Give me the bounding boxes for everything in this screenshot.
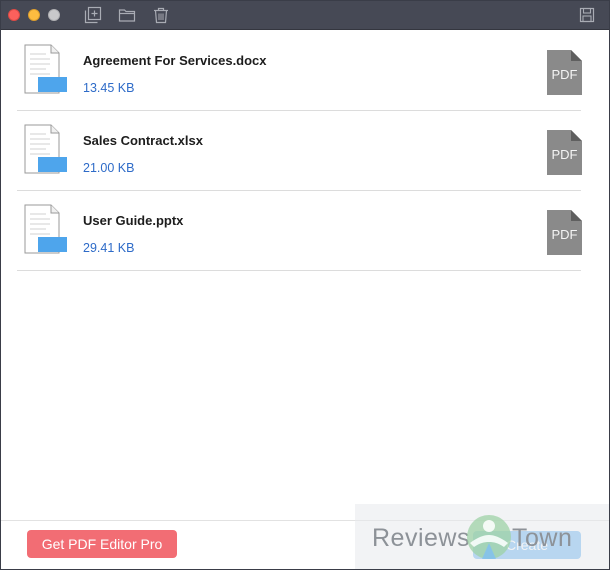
file-size: 21.00 KB [83, 161, 135, 175]
document-icon [24, 204, 68, 256]
file-list: Agreement For Services.docx 13.45 KB PDF [17, 31, 582, 271]
minimize-window-button[interactable] [28, 9, 40, 21]
title-bar [1, 1, 609, 30]
file-name: Agreement For Services.docx [83, 53, 267, 68]
pdf-output-icon[interactable]: PDF [547, 50, 582, 95]
create-button[interactable]: Create [473, 531, 581, 559]
list-item[interactable]: User Guide.pptx 29.41 KB PDF [17, 191, 582, 271]
file-size: 13.45 KB [83, 81, 135, 95]
file-name: Sales Contract.xlsx [83, 133, 203, 148]
trash-icon[interactable] [152, 6, 170, 24]
file-size: 29.41 KB [83, 241, 135, 255]
footer-bar: Get PDF Editor Pro Create [1, 520, 609, 569]
app-window: Agreement For Services.docx 13.45 KB PDF [0, 0, 610, 570]
folder-icon[interactable] [118, 6, 136, 24]
zoom-window-button[interactable] [48, 9, 60, 21]
pdf-label: PDF [551, 227, 578, 242]
get-pdf-editor-pro-button[interactable]: Get PDF Editor Pro [27, 530, 177, 558]
list-item[interactable]: Agreement For Services.docx 13.45 KB PDF [17, 31, 582, 111]
save-icon[interactable] [578, 6, 596, 24]
add-file-icon[interactable] [84, 6, 102, 24]
document-icon [24, 124, 68, 176]
pdf-output-icon[interactable]: PDF [547, 210, 582, 255]
list-item[interactable]: Sales Contract.xlsx 21.00 KB PDF [17, 111, 582, 191]
file-name: User Guide.pptx [83, 213, 184, 228]
close-window-button[interactable] [8, 9, 20, 21]
pdf-label: PDF [551, 67, 578, 82]
document-icon [24, 44, 68, 96]
pdf-label: PDF [551, 147, 578, 162]
pdf-output-icon[interactable]: PDF [547, 130, 582, 175]
